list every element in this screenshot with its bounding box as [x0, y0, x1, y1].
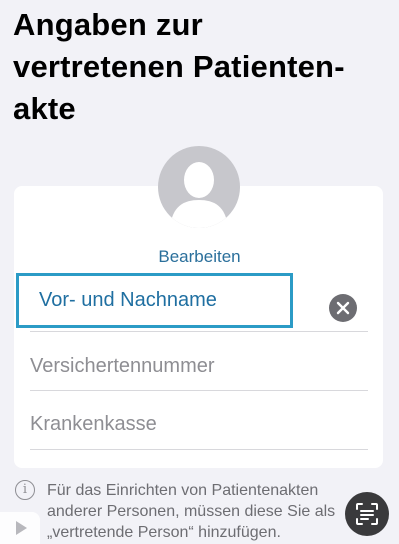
- play-icon: [16, 521, 27, 535]
- full-name-input[interactable]: Vor- und Nachname: [16, 273, 293, 328]
- health-insurer-field[interactable]: Krankenkasse: [30, 413, 157, 436]
- edit-photo-link[interactable]: Bearbeiten: [0, 247, 399, 267]
- row-divider: [30, 449, 368, 450]
- text-scan-icon: [356, 503, 378, 525]
- clear-x-icon: [336, 301, 350, 315]
- text-scan-button[interactable]: [345, 492, 389, 536]
- row-divider: [30, 390, 368, 391]
- page-title: Angaben zur vertretenen Patienten- akte: [13, 7, 345, 126]
- play-button[interactable]: [0, 512, 40, 544]
- clear-input-button[interactable]: [329, 294, 357, 322]
- screen: Angaben zur vertretenen Patienten- akte …: [0, 0, 399, 544]
- insurance-number-field[interactable]: Versichertennummer: [30, 355, 215, 378]
- row-divider: [30, 331, 368, 332]
- info-footnote: Für das Einrichten von Patientenakten an…: [47, 482, 336, 541]
- info-circle-icon: i: [15, 480, 35, 500]
- person-silhouette-icon: [170, 162, 228, 228]
- avatar[interactable]: [158, 146, 240, 228]
